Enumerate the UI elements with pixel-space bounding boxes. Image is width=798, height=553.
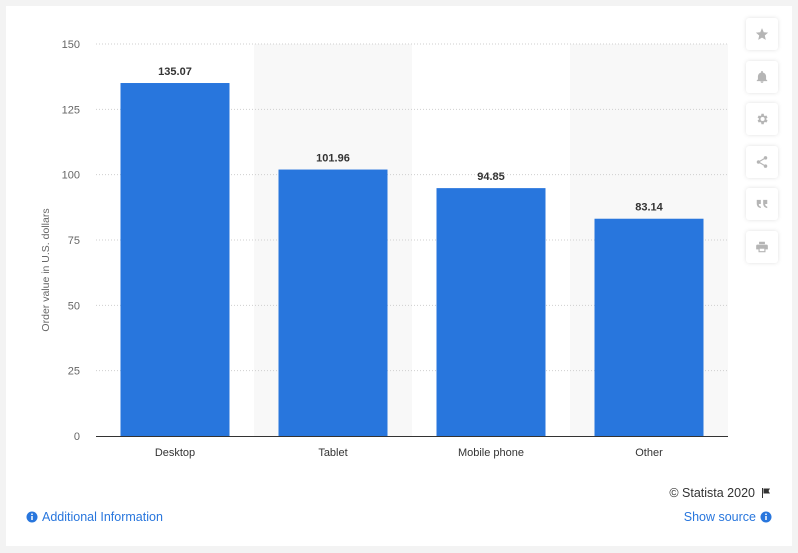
bell-icon [756,70,768,83]
info-icon [26,511,38,523]
share-button[interactable] [746,145,778,178]
bar [120,83,230,437]
x-tick-label: Tablet [318,447,347,459]
print-icon [756,241,768,252]
show-source-label: Show source [683,510,756,524]
bar [436,188,546,436]
copyright-text: © Statista 2020 [669,486,755,500]
info-icon [760,511,772,523]
star-icon [755,28,769,40]
bar-value-label: 83.14 [635,202,663,214]
additional-information-label: Additional Information [42,510,163,524]
quote-icon [756,199,768,209]
chart-card: 0 25 50 75 100 125 150 135.07 Desktop 101.96 Table… [6,6,792,546]
flag-icon[interactable] [760,487,772,499]
bar [594,218,704,436]
y-tick-label: 125 [62,104,80,116]
show-source-link[interactable]: Show source [684,510,772,524]
y-axis-label: Order value in U.S. dollars [40,208,52,331]
bar-chart: 0 25 50 75 100 125 150 135.07 Desktop 101.96 Table… [40,39,728,459]
bar-value-label: 94.85 [477,171,505,183]
y-tick-label: 25 [68,366,80,378]
copyright: © Statista 2020 [669,486,772,500]
bar-value-label: 101.96 [316,153,350,165]
side-toolbar [746,18,778,273]
favorite-button[interactable] [746,18,778,50]
cite-button[interactable] [746,188,778,220]
bar-value-label: 135.07 [158,66,192,78]
bar [278,169,388,436]
y-tick-label: 50 [68,300,80,312]
x-tick-label: Desktop [155,447,195,459]
y-tick-label: 150 [62,39,80,51]
settings-button[interactable] [746,103,778,135]
share-icon [756,155,768,168]
additional-information-link[interactable]: Additional Information [26,510,163,524]
y-tick-label: 75 [68,235,80,247]
notification-button[interactable] [746,60,778,93]
y-tick-label: 0 [74,431,80,443]
x-tick-label: Other [635,447,663,459]
print-button[interactable] [746,230,778,263]
x-tick-label: Mobile phone [458,447,524,459]
y-tick-label: 100 [62,170,80,182]
gear-icon [757,113,768,125]
